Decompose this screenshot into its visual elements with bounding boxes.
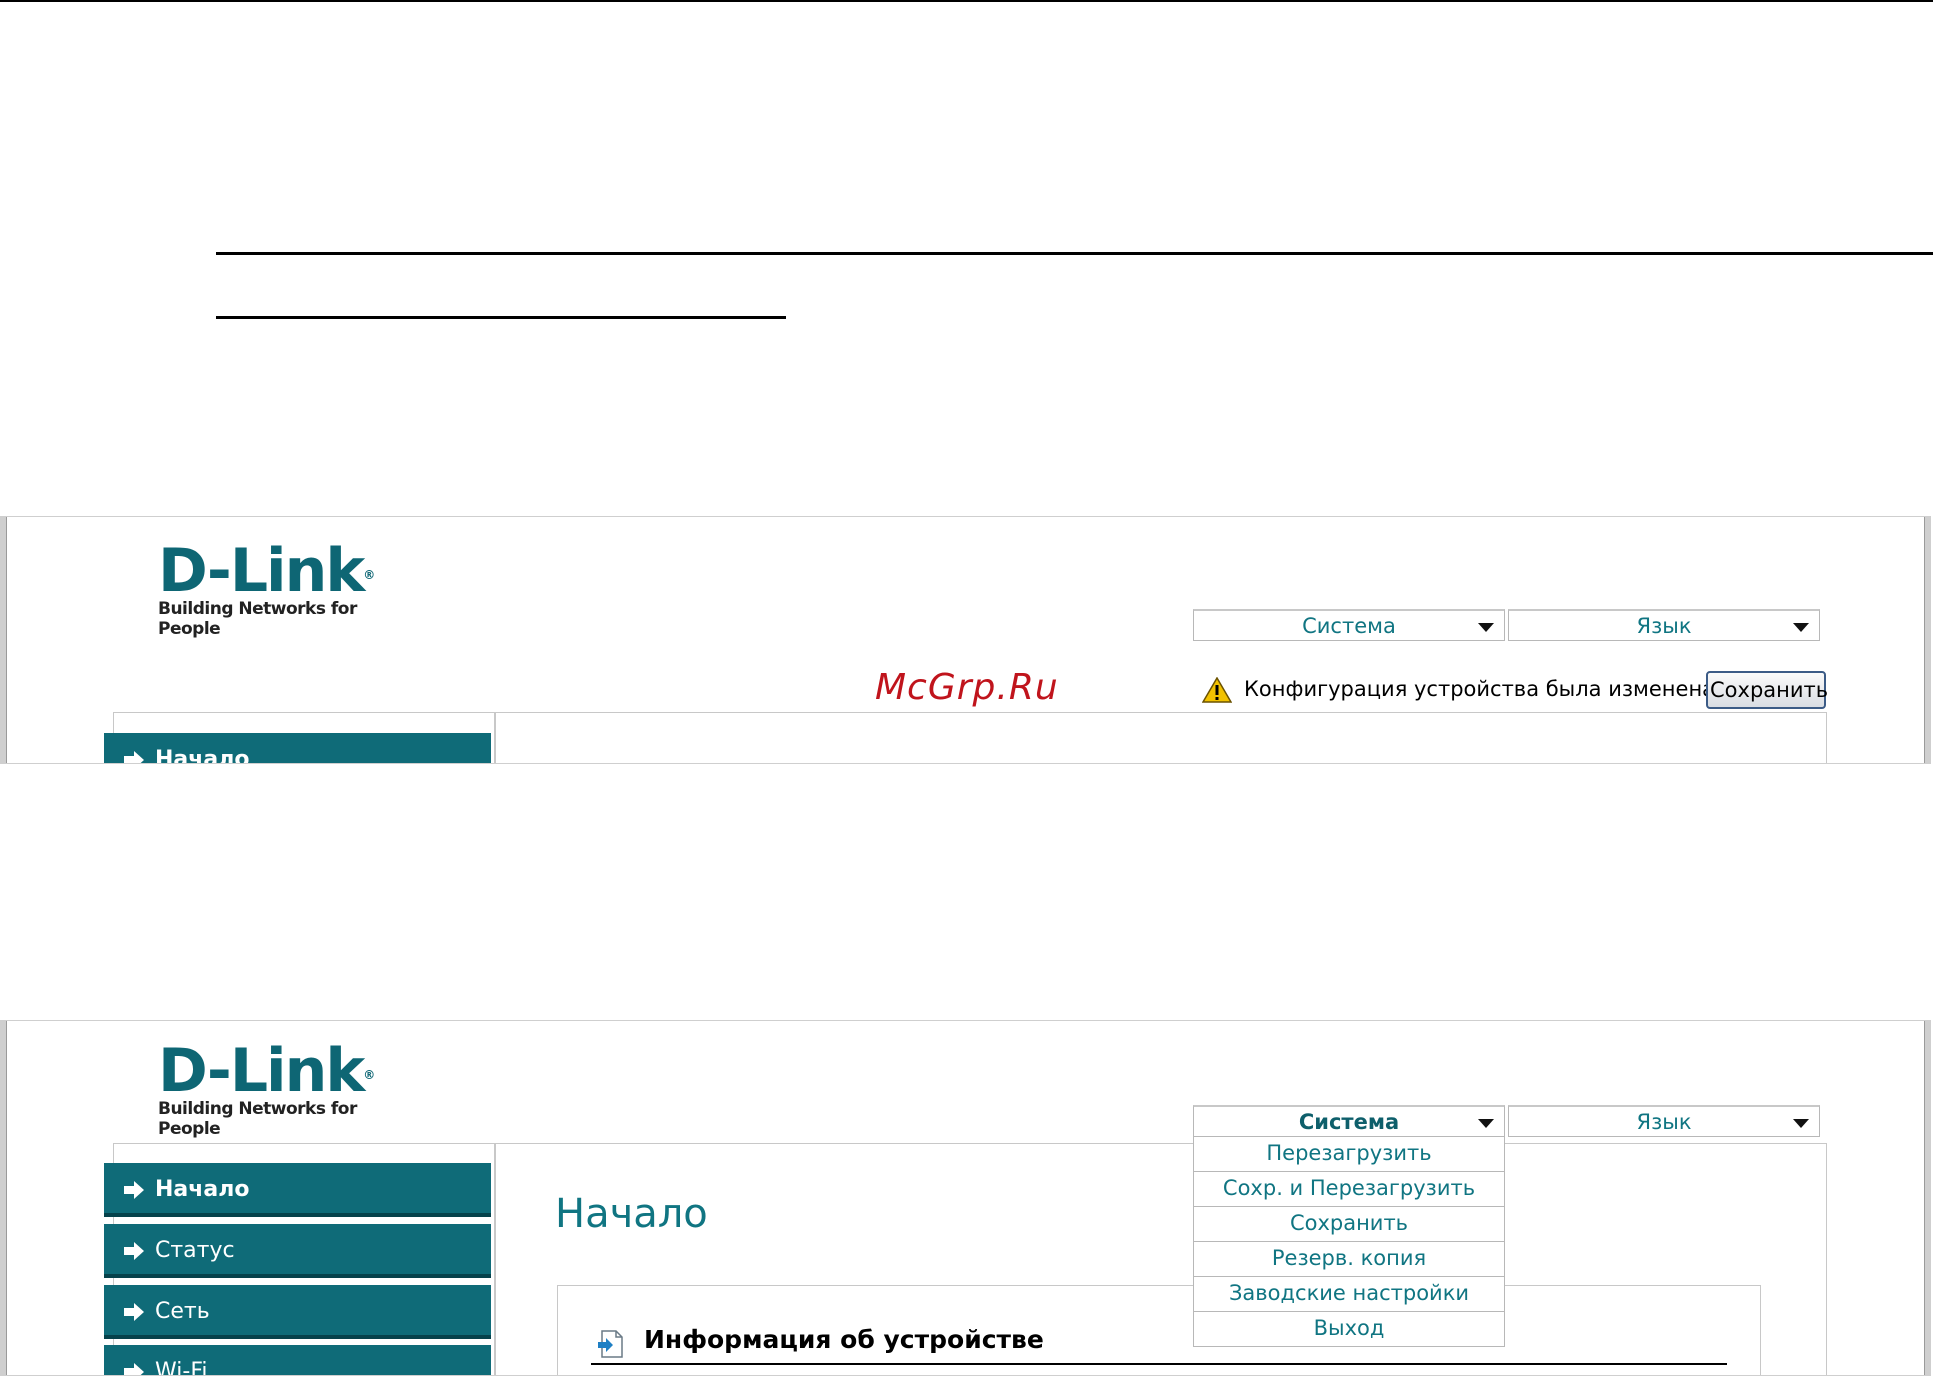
menu-item-factory-reset[interactable]: Заводские настройки bbox=[1193, 1277, 1505, 1312]
menu-item-reboot[interactable]: Перезагрузить bbox=[1193, 1137, 1505, 1172]
sidebar-item-network[interactable]: Сеть bbox=[104, 1285, 491, 1339]
chevron-down-icon bbox=[1793, 1119, 1809, 1128]
sidebar-item-home[interactable]: Начало bbox=[104, 733, 491, 764]
menu-item-save-and-reboot[interactable]: Сохр. и Перезагрузить bbox=[1193, 1172, 1505, 1207]
chevron-down-icon bbox=[1478, 1119, 1494, 1128]
language-menu-label: Язык bbox=[1636, 614, 1692, 638]
logo-wordmark: D-Link® bbox=[158, 1041, 418, 1101]
sidebar-item-wifi[interactable]: Wi-Fi bbox=[104, 1345, 491, 1376]
system-menu-label: Система bbox=[1302, 614, 1396, 638]
chevron-down-icon bbox=[1478, 623, 1494, 632]
logo-text: D-Link bbox=[158, 536, 365, 606]
watermark: McGrp.Ru bbox=[875, 667, 1059, 708]
language-menu-button[interactable]: Язык bbox=[1508, 609, 1820, 641]
logo-tagline: Building Networks for People bbox=[158, 599, 357, 639]
page-top-rule bbox=[0, 0, 1933, 2]
frame-left-edge bbox=[1, 1021, 7, 1375]
panel-title: Информация об устройстве bbox=[644, 1325, 1044, 1354]
logo-text: D-Link bbox=[158, 1036, 365, 1106]
logo-tagline: Building Networks for People bbox=[158, 1099, 357, 1139]
warning-icon bbox=[1202, 677, 1232, 703]
arrow-right-icon bbox=[124, 1181, 144, 1199]
screenshot-system-menu-open: D-Link® Building Networks for People Нач… bbox=[0, 1020, 1931, 1376]
logo-registered-mark: ® bbox=[363, 1068, 375, 1082]
document-arrow-icon bbox=[598, 1330, 623, 1358]
sidebar-item-label: Статус bbox=[155, 1238, 235, 1263]
sidebar-item-status[interactable]: Статус bbox=[104, 1224, 491, 1278]
menu-item-backup[interactable]: Резерв. копия bbox=[1193, 1242, 1505, 1277]
blank-underline-2 bbox=[216, 316, 786, 319]
sidebar-item-home[interactable]: Начало bbox=[104, 1163, 491, 1217]
arrow-right-icon bbox=[124, 1363, 144, 1375]
frame-right-edge bbox=[1924, 1021, 1930, 1375]
content-frame bbox=[495, 712, 1827, 763]
frame-right-edge bbox=[1924, 517, 1930, 763]
system-menu-button[interactable]: Система bbox=[1193, 609, 1505, 641]
chevron-down-icon bbox=[1793, 623, 1809, 632]
arrow-right-icon bbox=[124, 1303, 144, 1321]
menu-item-save[interactable]: Сохранить bbox=[1193, 1207, 1505, 1242]
save-button[interactable]: Сохранить bbox=[1706, 671, 1828, 709]
config-changed-message: Конфигурация устройства была изменена bbox=[1244, 677, 1716, 701]
blank-underline-1 bbox=[216, 252, 1933, 255]
language-menu-button[interactable]: Язык bbox=[1508, 1105, 1820, 1137]
sidebar-item-label: Wi-Fi bbox=[155, 1359, 208, 1376]
frame-left-edge bbox=[1, 517, 7, 763]
sidebar-item-label: Начало bbox=[155, 747, 250, 764]
system-dropdown-menu: Перезагрузить Сохр. и Перезагрузить Сохр… bbox=[1193, 1137, 1505, 1347]
page-title: Начало bbox=[555, 1191, 708, 1237]
sidebar-item-label: Сеть bbox=[155, 1299, 210, 1324]
dlink-logo: D-Link® Building Networks for People bbox=[158, 541, 418, 639]
language-menu-label: Язык bbox=[1636, 1110, 1692, 1134]
sidebar-item-label: Начало bbox=[155, 1177, 250, 1202]
arrow-right-icon bbox=[124, 1242, 144, 1260]
logo-wordmark: D-Link® bbox=[158, 541, 418, 601]
system-menu-button[interactable]: Система bbox=[1193, 1105, 1505, 1137]
system-menu-label: Система bbox=[1298, 1110, 1400, 1134]
menu-item-logout[interactable]: Выход bbox=[1193, 1312, 1505, 1347]
screenshot-config-changed: D-Link® Building Networks for People Сис… bbox=[0, 516, 1931, 764]
dlink-logo: D-Link® Building Networks for People bbox=[158, 1041, 418, 1139]
arrow-right-icon bbox=[124, 751, 144, 763]
logo-registered-mark: ® bbox=[363, 568, 375, 582]
panel-divider bbox=[591, 1363, 1727, 1365]
